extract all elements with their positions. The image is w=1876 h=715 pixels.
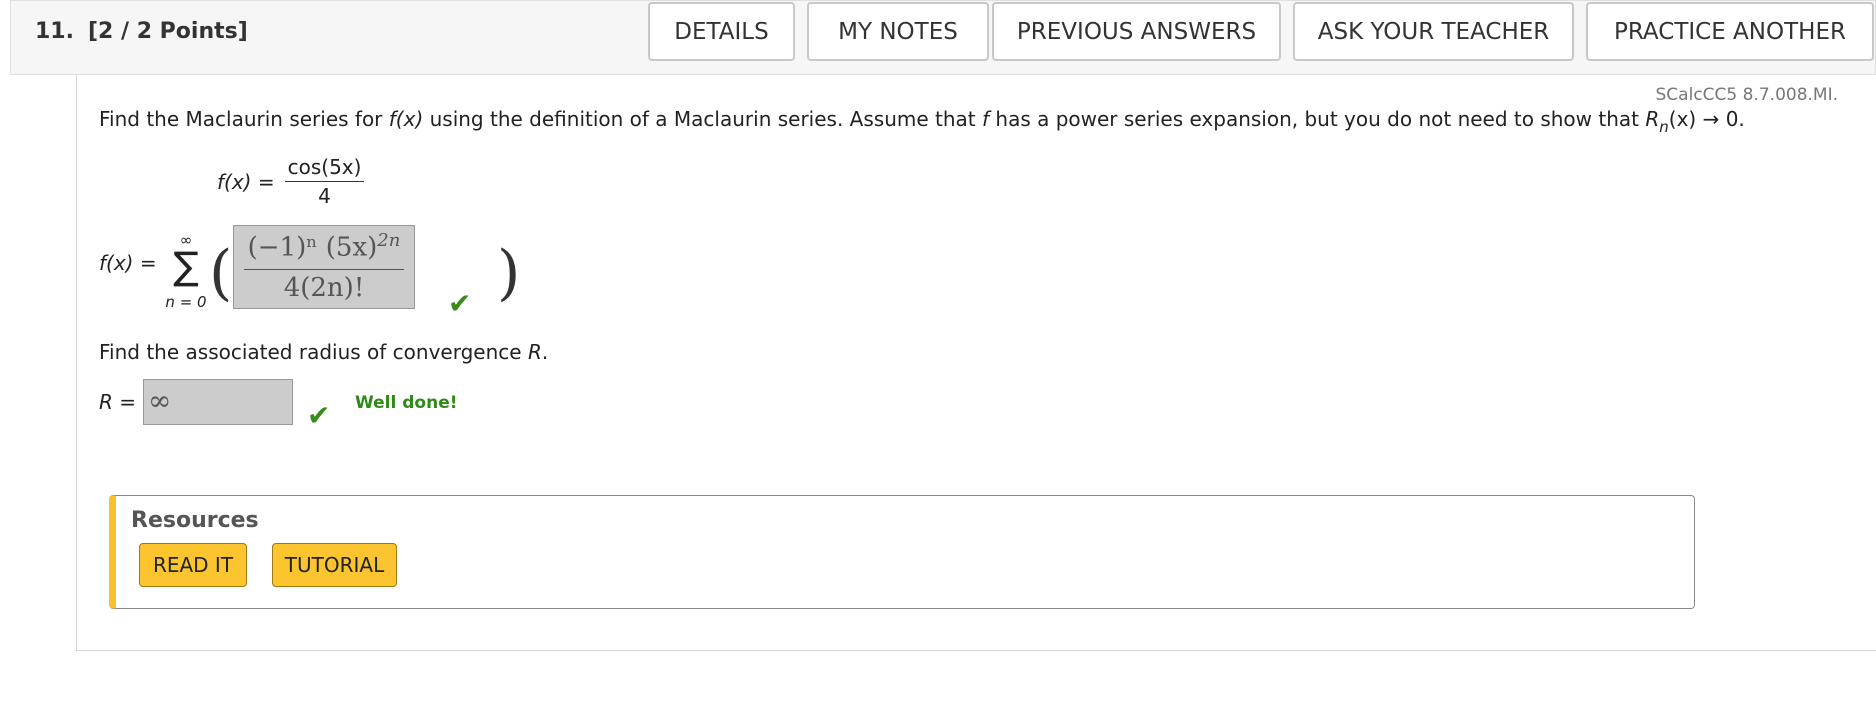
radius-question-end: . [541,340,549,364]
my-notes-button[interactable]: MY NOTES [807,2,989,61]
prompt-text: (x) → 0. [1668,107,1745,131]
answer-numerator: (−1)ⁿ (5x)2n [234,230,414,263]
problem-prompt: Find the Maclaurin series for f(x) using… [99,107,1745,136]
points-label: [2 / 2 Points] [87,19,248,44]
radius-label-text: R = [99,390,137,414]
question-header: 11. [2 / 2 Points] DETAILS MY NOTES PREVI… [10,0,1876,75]
problem-code: SCalcCC5 8.7.008.MI. [1655,85,1838,105]
radius-answer-box[interactable]: ∞ [143,379,293,425]
prompt-n-subscript: n [1659,118,1669,136]
radius-question: Find the associated radius of convergenc… [99,340,548,364]
function-fraction: cos(5x) 4 [284,155,365,208]
resources-title: Resources [131,508,259,533]
answer-exponent: 2n [377,230,401,251]
sum-lower-limit: n = 0 [165,293,207,311]
answer-numerator-text: (−1)ⁿ (5x) [247,232,378,263]
summation: ∞ ∑ n = 0 [161,223,211,323]
radius-answer-value: ∞ [148,384,172,417]
prompt-text: has a power series expansion, but you do… [989,107,1646,131]
tutorial-button[interactable]: TUTORIAL [272,543,397,587]
details-button[interactable]: DETAILS [648,2,795,61]
radius-question-r: R [527,340,542,364]
check-icon: ✔ [307,399,331,432]
question-number-label: 11. [35,19,74,44]
right-paren: ) [497,238,521,308]
read-it-button[interactable]: READ IT [139,543,247,587]
practice-another-button[interactable]: PRACTICE ANOTHER [1586,2,1874,61]
function-numerator: cos(5x) [284,155,365,182]
prompt-text: using the definition of a Maclaurin seri… [423,107,982,131]
prompt-r: R [1645,107,1660,131]
feedback-message: Well done! [355,393,458,413]
series-label: f(x) = [99,251,157,275]
function-definition: f(x) = cos(5x) 4 [217,155,365,208]
prompt-f: f [981,107,990,131]
answer-denominator: 4(2n)! [283,273,365,303]
series-answer-box[interactable]: (−1)ⁿ (5x)2n 4(2n)! [233,225,415,309]
left-paren: ( [209,238,233,308]
answer-fraction-bar [244,269,404,270]
question-content: SCalcCC5 8.7.008.MI. Find the Maclaurin … [76,75,1876,651]
prompt-fx: f(x) [388,107,424,131]
previous-answers-button[interactable]: PREVIOUS ANSWERS [992,2,1281,61]
function-label: f(x) = [217,169,275,194]
ask-teacher-button[interactable]: ASK YOUR TEACHER [1293,2,1574,61]
sigma-icon: ∑ [173,244,199,288]
function-denominator: 4 [318,184,331,208]
check-icon: ✔ [448,287,472,320]
question-number: 11. [2 / 2 Points] [35,19,248,44]
radius-question-text: Find the associated radius of convergenc… [99,340,528,364]
prompt-text: Find the Maclaurin series for [99,107,389,131]
resources-panel: Resources READ IT TUTORIAL [109,495,1695,609]
radius-label: R = [99,390,136,414]
